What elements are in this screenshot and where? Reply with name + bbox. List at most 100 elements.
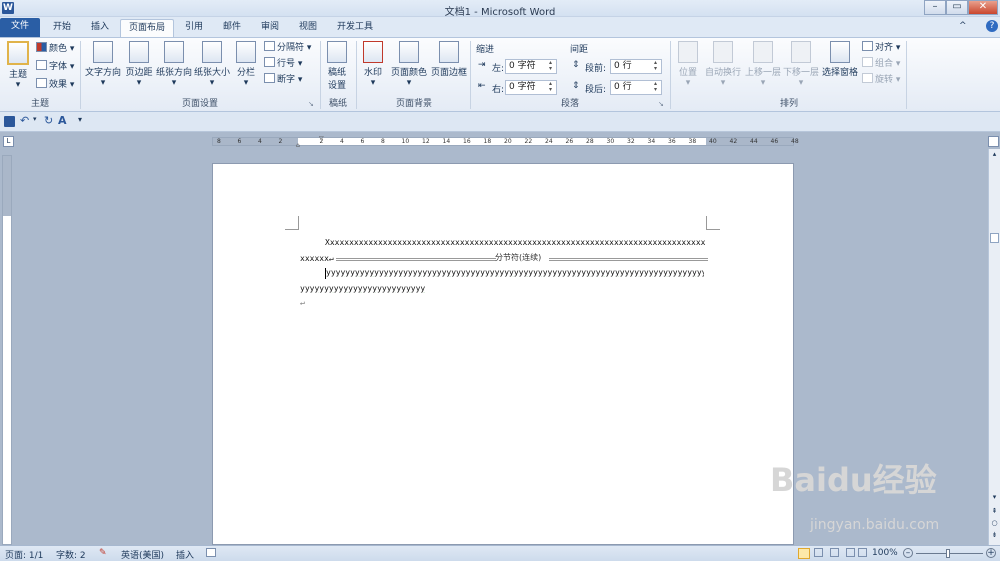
indent-left-input[interactable]: 0 字符 [505, 59, 557, 74]
restore-button[interactable]: ▭ [946, 0, 968, 15]
colors-icon [36, 42, 47, 52]
size-button[interactable]: 纸张大小 ▾ [194, 41, 230, 88]
ruler-tick-label: 12 [422, 138, 430, 145]
proofing-icon[interactable]: ✎ [99, 548, 107, 558]
selection-pane-button[interactable]: 选择窗格 [821, 41, 859, 78]
view-ruler-icon[interactable] [988, 136, 999, 147]
section-break-line-right [549, 258, 708, 261]
draft-view-icon[interactable] [858, 548, 867, 557]
columns-icon [236, 41, 256, 63]
theme-colors-button[interactable]: 颜色 ▾ [36, 42, 74, 57]
window-title: 文档1 - Microsoft Word [444, 7, 556, 18]
margins-button[interactable]: 页边距 ▾ [124, 41, 154, 88]
ruler-tick-label: 30 [606, 138, 615, 145]
group-divider [320, 41, 321, 109]
themes-button[interactable]: 主题 ▾ [4, 41, 32, 90]
zoom-out-icon[interactable]: – [903, 548, 913, 558]
tab-review[interactable]: 审阅 [254, 19, 286, 37]
first-line-indent-icon[interactable]: ▽ [319, 135, 324, 142]
save-icon[interactable] [4, 116, 15, 127]
send-backward-icon [791, 41, 811, 63]
doc-line-3[interactable]: yyyyyyyyyyyyyyyyyyyyyyyyyyyyyyyyyyyyyyyy… [326, 268, 704, 277]
paragraph-launcher-icon[interactable]: ↘ [658, 100, 664, 108]
theme-fonts-button[interactable]: 字体 ▾ [36, 60, 74, 75]
tab-view[interactable]: 视图 [292, 19, 324, 37]
tab-home[interactable]: 开始 [46, 19, 78, 37]
baidu-watermark: Baidu经验 jingyan.baidu.com [770, 455, 995, 545]
align-button[interactable]: 对齐 ▾ [862, 41, 900, 56]
outline-view-icon[interactable] [846, 548, 855, 557]
tab-references[interactable]: 引用 [178, 19, 210, 37]
redo-icon[interactable]: ↻ [44, 114, 53, 127]
spacing-before-label: 段前: [585, 64, 607, 74]
spacing-before-input[interactable]: 0 行 [610, 59, 662, 74]
close-button[interactable]: ✕ [968, 0, 998, 15]
ruler-tick-label: 26 [565, 138, 574, 145]
orientation-button[interactable]: 纸张方向 ▾ [156, 41, 192, 88]
zoom-in-icon[interactable]: + [986, 548, 996, 558]
wrap-text-button[interactable]: 自动换行 ▾ [704, 41, 742, 88]
page-count[interactable]: 页面: 1/1 [5, 548, 43, 561]
ruler-tick-label: 8 [381, 138, 385, 145]
send-backward-button[interactable]: 下移一层 ▾ [782, 41, 820, 88]
insert-mode-status[interactable]: 插入 [176, 548, 194, 561]
hyphenation-button[interactable]: 断字 ▾ [264, 73, 302, 88]
zoom-slider-thumb[interactable] [946, 549, 950, 558]
position-icon [678, 41, 698, 63]
ribbon-collapse-icon[interactable]: ^ [959, 21, 967, 31]
page-color-button[interactable]: 页面颜色 ▾ [390, 41, 428, 88]
indent-right-input[interactable]: 0 字符 [505, 80, 557, 95]
tab-file[interactable]: 文件 [0, 18, 40, 37]
horizontal-ruler[interactable]: 8 6 4 2 2 4 6 8 10 12 14 16 18 20 22 24 26 28 30 32 34 36 38 40… [212, 135, 799, 149]
scroll-up-icon[interactable]: ▴ [990, 150, 999, 160]
doc-line-4[interactable]: yyyyyyyyyyyyyyyyyyyyyyyyyyy↵ [300, 284, 425, 293]
selection-pane-icon [830, 41, 850, 63]
group-objects-button[interactable]: 组合 ▾ [862, 57, 900, 72]
doc-line-5[interactable]: ↵ [300, 298, 312, 307]
spacing-after-input[interactable]: 0 行 [610, 80, 662, 95]
doc-line-2[interactable]: xxxxxx↵ [300, 254, 340, 263]
macro-record-icon[interactable] [206, 548, 216, 557]
fonts-icon [36, 60, 47, 70]
draft-settings-button[interactable]: 稿纸 设置 [324, 41, 350, 91]
full-screen-reading-icon[interactable] [814, 548, 823, 557]
ruler-tick-label: 34 [647, 138, 656, 145]
undo-dropdown-icon[interactable]: ▾ [33, 115, 37, 123]
customize-qat-icon[interactable]: ▾ [78, 115, 82, 124]
bring-forward-button[interactable]: 上移一层 ▾ [744, 41, 782, 88]
rotate-button[interactable]: 旋转 ▾ [862, 73, 900, 88]
minimize-button[interactable]: – [924, 0, 946, 15]
ruler-tick-label: 36 [668, 138, 676, 145]
tab-mailings[interactable]: 邮件 [216, 19, 248, 37]
vertical-ruler[interactable] [2, 155, 12, 545]
breaks-button[interactable]: 分隔符 ▾ [264, 41, 311, 56]
word-count[interactable]: 字数: 2 [56, 548, 86, 561]
theme-effects-button[interactable]: 效果 ▾ [36, 78, 74, 93]
page-setup-launcher-icon[interactable]: ↘ [308, 100, 314, 108]
doc-line-1[interactable]: Xxxxxxxxxxxxxxxxxxxxxxxxxxxxxxxxxxxxxxxx… [325, 238, 705, 247]
section-break-line-left [336, 258, 496, 261]
zoom-level[interactable]: 100% [872, 548, 898, 558]
tab-insert[interactable]: 插入 [84, 19, 116, 37]
indent-right-label: 右: [492, 85, 505, 95]
tab-selector-icon[interactable]: L [3, 136, 14, 147]
spacing-after-label: 段后: [585, 85, 607, 95]
watermark-button[interactable]: 水印 ▾ [360, 41, 386, 88]
left-indent-marker-icon[interactable]: ⌂ [296, 142, 300, 149]
language-status[interactable]: 英语(美国) [121, 548, 164, 561]
help-icon[interactable]: ? [986, 20, 998, 32]
undo-icon[interactable]: ↶ [20, 114, 29, 127]
text-direction-button[interactable]: 文字方向 ▾ [84, 41, 122, 88]
page-borders-button[interactable]: 页面边框 [430, 41, 468, 78]
web-layout-icon[interactable] [830, 548, 839, 557]
line-numbers-button[interactable]: 行号 ▾ [264, 57, 302, 72]
columns-button[interactable]: 分栏 ▾ [234, 41, 258, 88]
quick-access-toolbar: ↶ ▾ ↻ A ▾ [0, 112, 1000, 132]
tab-developer[interactable]: 开发工具 [330, 19, 380, 37]
print-layout-view-icon[interactable] [798, 548, 810, 559]
position-button[interactable]: 位置 ▾ [674, 41, 702, 88]
spelling-icon[interactable]: A [58, 114, 67, 127]
document-page[interactable]: Xxxxxxxxxxxxxxxxxxxxxxxxxxxxxxxxxxxxxxxx… [212, 163, 794, 545]
scroll-thumb[interactable] [990, 233, 999, 243]
tab-page-layout[interactable]: 页面布局 [120, 19, 174, 37]
